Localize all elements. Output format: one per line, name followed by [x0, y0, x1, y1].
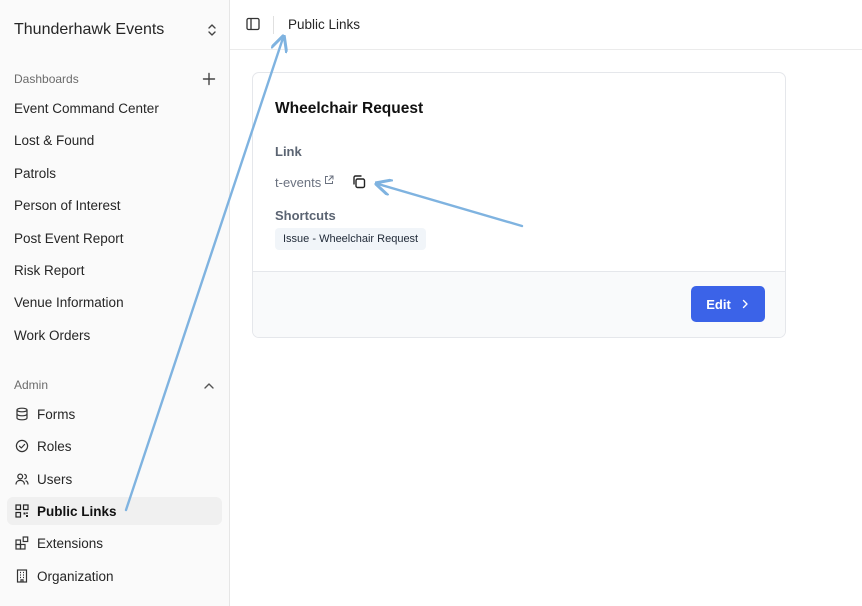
sidebar: Thunderhawk Events Dashboards Event Comm…	[0, 0, 230, 606]
sidebar-item-event-command-center[interactable]: Event Command Center	[14, 98, 159, 118]
sidebar-item-label: Public Links	[37, 503, 117, 519]
chevrons-up-down-icon	[208, 24, 216, 36]
shortcut-chip[interactable]: Issue - Wheelchair Request	[275, 228, 427, 250]
database-icon	[16, 407, 28, 421]
sidebar-item-label: Roles	[37, 438, 72, 454]
edit-button-label: Edit	[706, 296, 731, 312]
sidebar-item-public-links[interactable]: Public Links	[7, 497, 222, 525]
check-circle-icon	[15, 439, 29, 453]
users-icon	[15, 473, 29, 485]
page-title: Public Links	[288, 17, 361, 32]
plus-icon[interactable]	[202, 72, 216, 86]
edit-button[interactable]: Edit	[691, 286, 765, 322]
copy-icon[interactable]	[351, 174, 367, 190]
chevron-right-icon	[742, 299, 748, 309]
building-icon	[16, 569, 28, 583]
sidebar-item-forms[interactable]: Forms	[7, 400, 222, 428]
sidebar-item-label: Extensions	[37, 535, 104, 551]
sidebar-item-label: Organization	[37, 568, 114, 584]
sidebar-item-organization[interactable]: Organization	[7, 562, 222, 590]
sidebar-item-extensions[interactable]: Extensions	[7, 529, 222, 557]
card-title: Wheelchair Request	[275, 100, 424, 117]
chevron-up-icon[interactable]	[202, 379, 216, 393]
sidebar-item-patrols[interactable]: Patrols	[14, 163, 56, 183]
admin-section-label: Admin	[14, 378, 49, 392]
sidebar-item-users[interactable]: Users	[7, 465, 222, 493]
link-label: Link	[275, 144, 302, 159]
card-footer: Edit	[253, 271, 785, 337]
shortcuts-label: Shortcuts	[275, 208, 336, 223]
sidebar-item-venue-information[interactable]: Venue Information	[14, 292, 124, 312]
sidebar-item-post-event-report[interactable]: Post Event Report	[14, 228, 124, 248]
sidebar-item-label: Forms	[37, 406, 76, 422]
link-row: t-events	[275, 174, 367, 190]
app-window: Thunderhawk Events Dashboards Event Comm…	[0, 0, 862, 606]
external-link-icon	[325, 175, 334, 184]
header-divider	[273, 16, 274, 34]
sidebar-item-person-of-interest[interactable]: Person of Interest	[14, 195, 121, 215]
dashboards-section-label: Dashboards	[14, 72, 79, 86]
sidebar-item-label: Users	[37, 471, 73, 487]
sidebar-item-work-orders[interactable]: Work Orders	[14, 325, 90, 345]
org-name: Thunderhawk Events	[14, 21, 165, 38]
org-switcher[interactable]: Thunderhawk Events	[14, 18, 218, 42]
sidebar-toggle-icon[interactable]	[246, 17, 260, 31]
sidebar-item-risk-report[interactable]: Risk Report	[14, 260, 85, 280]
blocks-icon	[15, 536, 29, 550]
sidebar-item-lost-and-found[interactable]: Lost & Found	[14, 130, 94, 150]
qr-code-icon	[15, 504, 29, 518]
top-header: Public Links	[230, 0, 862, 50]
public-link[interactable]: t-events	[275, 175, 321, 190]
public-link-card: Wheelchair Request Link t-events Shortcu…	[252, 72, 786, 338]
sidebar-item-roles[interactable]: Roles	[7, 432, 222, 460]
